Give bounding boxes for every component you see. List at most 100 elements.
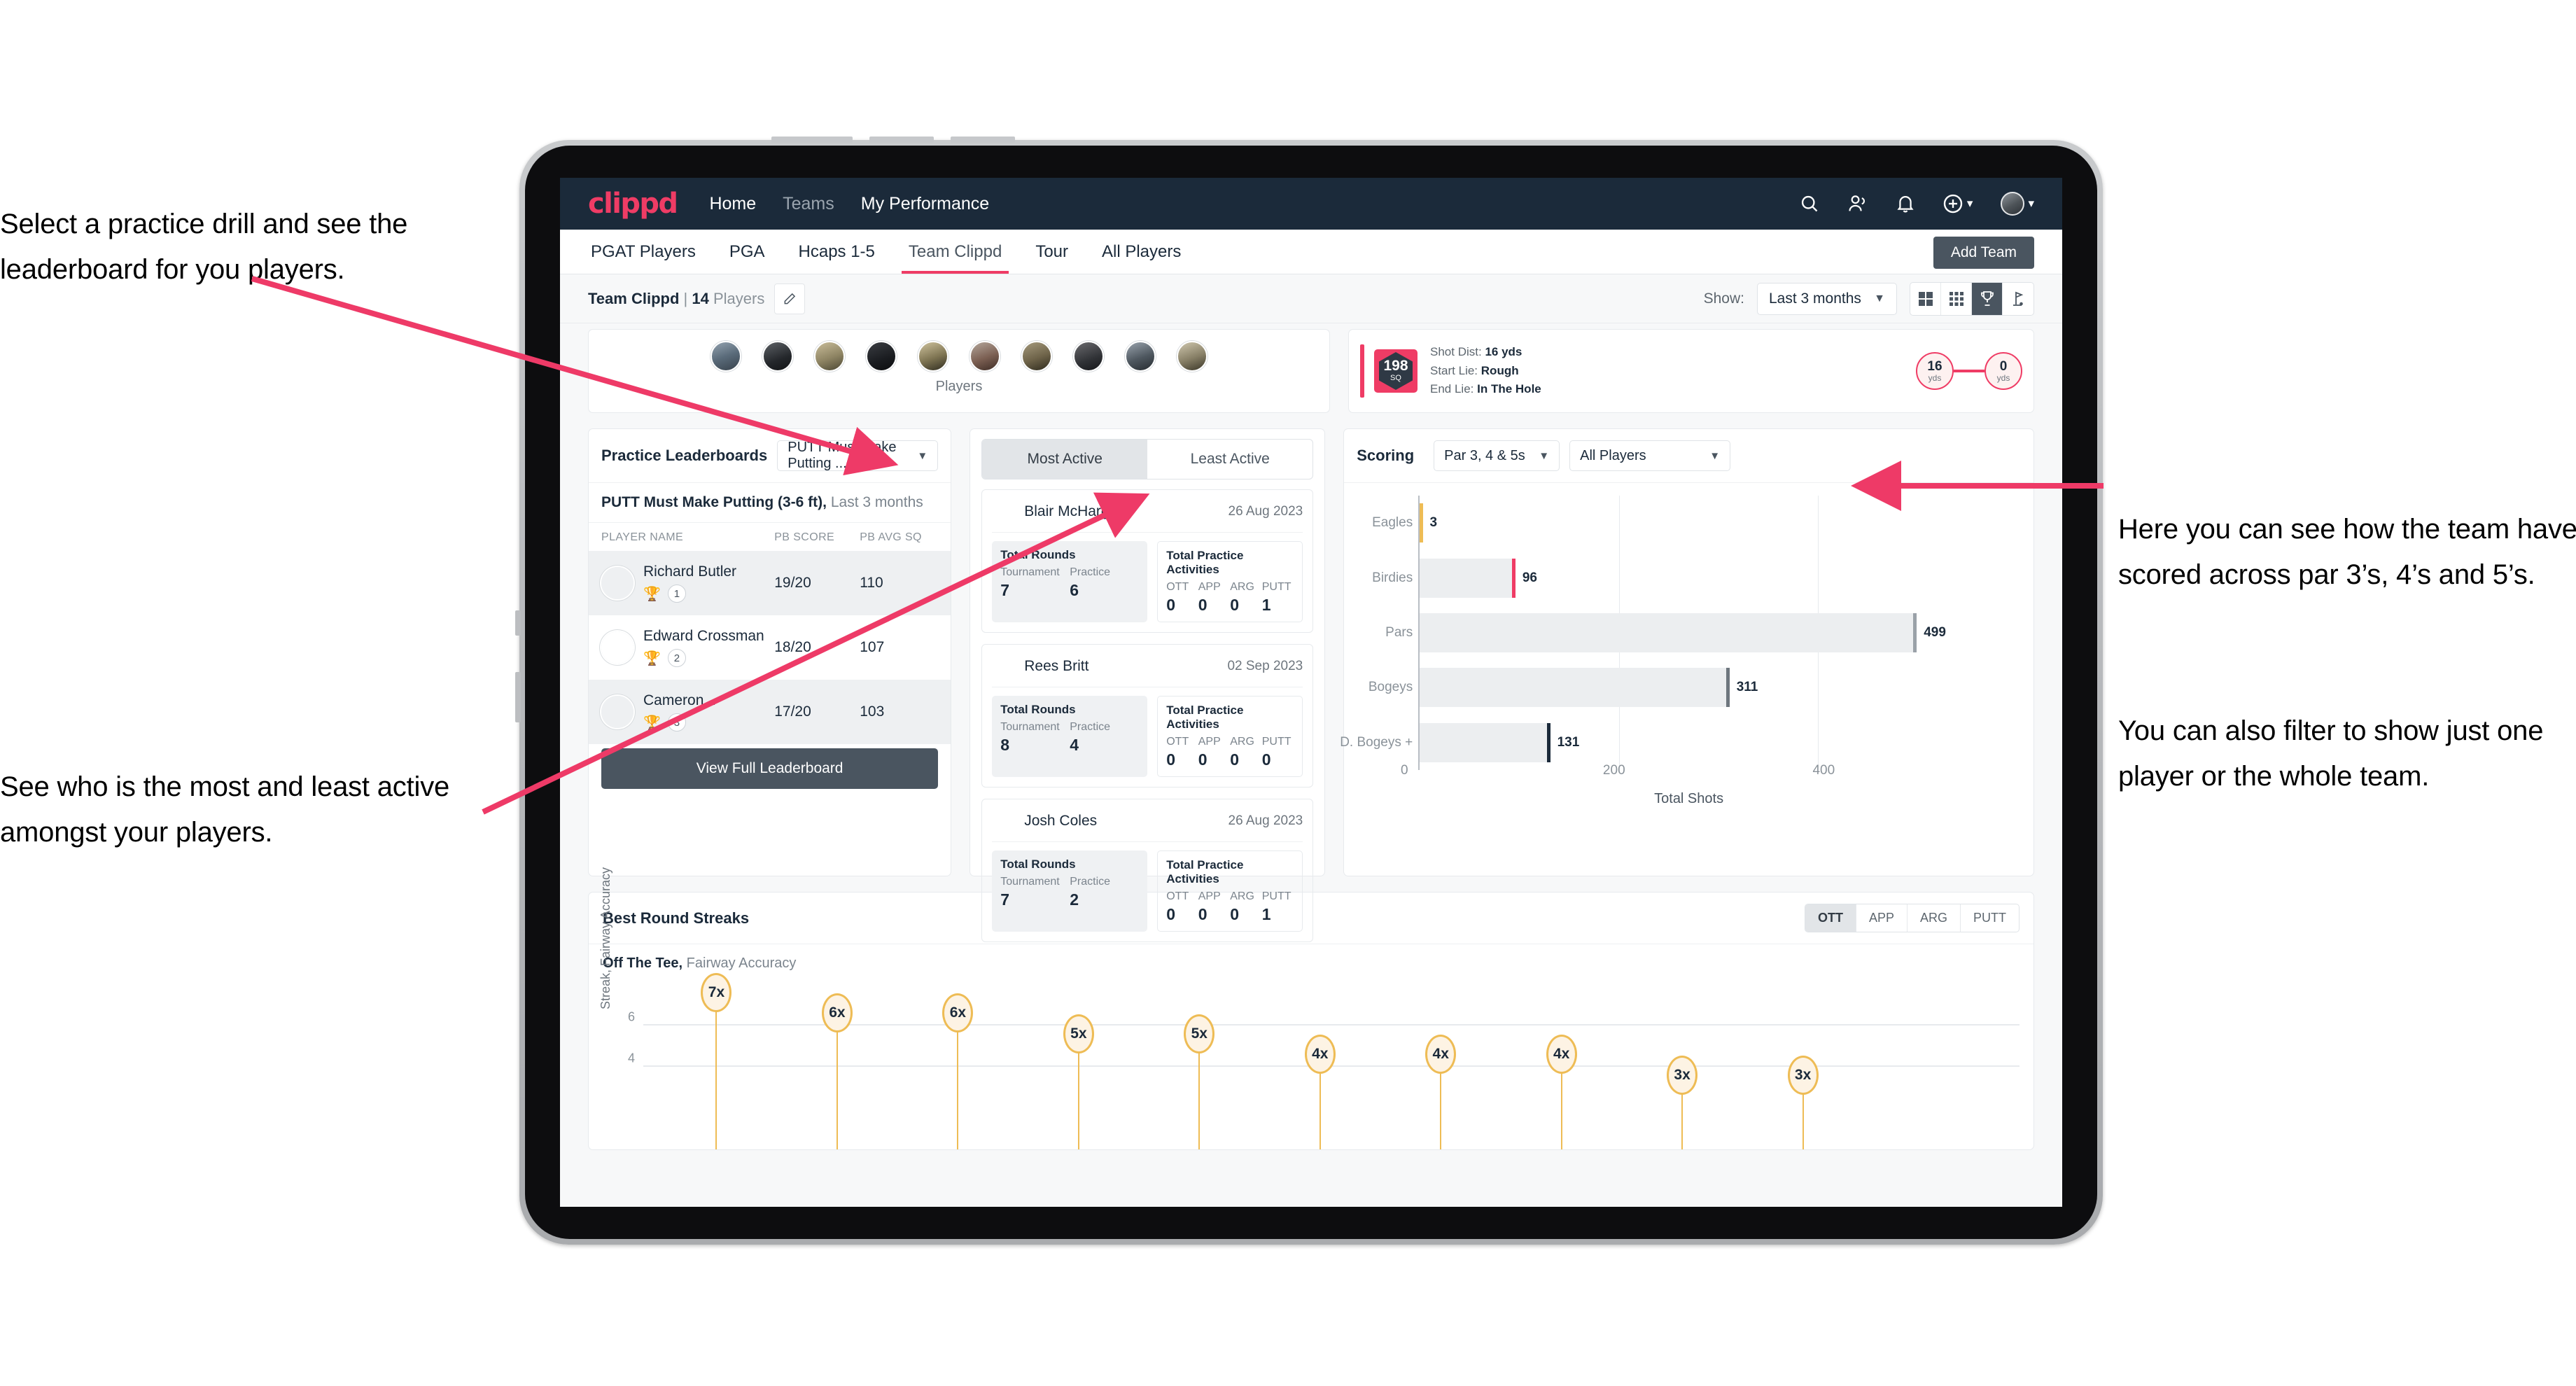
label-putt: PUTT	[1261, 736, 1292, 748]
streak-marker[interactable]: 4x	[1304, 1035, 1336, 1074]
bar-value-label: 3	[1429, 515, 1438, 531]
avatar[interactable]: ▾	[2001, 192, 2034, 216]
total-rounds-box: Total Rounds Tournament 7 Practice 6	[992, 541, 1148, 622]
drill-select[interactable]: PUTT Must Make Putting ... ▼	[777, 440, 939, 471]
table-row[interactable]: Cameron... 🏆 3 17/20 103	[589, 680, 951, 744]
bar-end-cap	[1511, 558, 1516, 598]
player-avatar[interactable]	[866, 341, 897, 372]
table-row[interactable]: Edward Crossman 🏆 2 18/20 107	[589, 615, 951, 680]
player-avatar[interactable]	[1125, 341, 1156, 372]
label-tournament: Tournament	[1000, 721, 1060, 733]
tab-tour[interactable]: Tour	[1032, 231, 1071, 273]
tab-team-clippd[interactable]: Team Clippd	[901, 231, 1009, 274]
edit-team-button[interactable]	[774, 283, 806, 314]
streak-marker[interactable]: 5x	[1184, 1014, 1215, 1054]
par-select[interactable]: Par 3, 4 & 5s ▼	[1434, 440, 1560, 471]
nav-item-home[interactable]: Home	[709, 194, 756, 214]
player-avatar[interactable]	[918, 341, 948, 372]
toggle-arg[interactable]: ARG	[1907, 904, 1961, 932]
player-avatar[interactable]	[969, 341, 1000, 372]
chevron-down-icon: ▼	[1539, 449, 1550, 462]
value-ott: 0	[1166, 905, 1176, 923]
streak-marker[interactable]: 6x	[821, 993, 853, 1033]
value-putt: 0	[1261, 750, 1271, 769]
label-practice: Practice	[1070, 876, 1111, 888]
player-avatar[interactable]	[1177, 341, 1208, 372]
add-team-button[interactable]: Add Team	[1933, 237, 2034, 269]
activity-date: 26 Aug 2023	[1228, 504, 1303, 519]
filter-controls: Show: Last 3 months ▼	[1704, 281, 2034, 316]
player-avatar[interactable]	[1021, 341, 1052, 372]
total-rounds-title: Total Rounds	[1000, 858, 1076, 871]
avatar	[601, 631, 634, 664]
player-filter-select[interactable]: All Players ▼	[1569, 440, 1731, 471]
label-app: APP	[1198, 890, 1221, 902]
total-rounds-title: Total Rounds	[1000, 548, 1076, 561]
gridline	[643, 1024, 2019, 1026]
people-icon[interactable]	[1847, 194, 1868, 214]
col-pb-avg-sq: PB AVG SQ	[860, 531, 922, 543]
nav-item-teams[interactable]: Teams	[783, 194, 834, 214]
chevron-down-icon: ▼	[1709, 449, 1721, 462]
toggle-ott[interactable]: OTT	[1805, 904, 1856, 932]
pb-score-value: 17/20	[774, 704, 811, 720]
activity-player-card[interactable]: Josh Coles 26 Aug 2023 Total Rounds Tour…	[981, 799, 1314, 942]
tab-all-players[interactable]: All Players	[1099, 231, 1184, 273]
segment-most-active[interactable]: Most Active	[982, 440, 1148, 479]
tab-pgat-players[interactable]: PGAT Players	[588, 231, 699, 273]
view-full-leaderboard-button[interactable]: View Full Leaderboard	[601, 748, 939, 789]
drill-subtitle: PUTT Must Make Putting (3-6 ft), Last 3 …	[589, 483, 951, 523]
streak-marker[interactable]: 4x	[1425, 1035, 1457, 1074]
streak-marker[interactable]: 3x	[1667, 1055, 1698, 1095]
toggle-app[interactable]: APP	[1856, 904, 1907, 932]
view-trophy-icon[interactable]	[1972, 282, 2003, 315]
player-filter-value: All Players	[1580, 447, 1646, 463]
toggle-putt[interactable]: PUTT	[1961, 904, 2019, 932]
nav-item-my-performance[interactable]: My Performance	[861, 194, 989, 214]
clippd-logo[interactable]: clippd	[588, 188, 678, 220]
tab-hcaps-1-5[interactable]: Hcaps 1-5	[796, 231, 878, 273]
trophy-icon: 🏆	[643, 715, 661, 731]
plus-circle-icon[interactable]: ▾	[1942, 193, 1973, 214]
streak-marker[interactable]: 7x	[701, 972, 732, 1012]
shot-detail-card: 198 SQ Shot Dist: 16 yds Start Lie: Roug…	[1348, 329, 2034, 413]
view-grid-large-icon[interactable]	[1910, 282, 1941, 315]
end-lie-row: End Lie: In The Hole	[1430, 382, 1541, 396]
streak-stem: 7x	[701, 972, 732, 1149]
search-icon[interactable]	[1800, 194, 1819, 214]
bar-value-label: 131	[1557, 734, 1580, 750]
streak-marker[interactable]: 3x	[1787, 1055, 1819, 1095]
streak-marker[interactable]: 6x	[942, 993, 974, 1033]
shot-quality-badge: 198 SQ	[1374, 349, 1418, 393]
total-rounds-box: Total Rounds Tournament 8 Practice 4	[992, 696, 1148, 777]
streak-marker[interactable]: 4x	[1546, 1035, 1577, 1074]
player-avatar[interactable]	[814, 341, 845, 372]
device-button-side-2	[515, 672, 521, 722]
player-avatar[interactable]	[710, 341, 741, 372]
pb-score-value: 18/20	[774, 639, 811, 655]
period-select[interactable]: Last 3 months ▼	[1757, 282, 1897, 315]
bar-row: Pars 499	[1385, 613, 1977, 652]
view-golf-flag-icon[interactable]	[2003, 283, 2033, 315]
player-avatar[interactable]	[1073, 341, 1104, 372]
activity-player-card[interactable]: Rees Britt 02 Sep 2023 Total Rounds Tour…	[981, 644, 1314, 788]
player-avatar[interactable]	[762, 341, 793, 372]
label-app: APP	[1198, 736, 1221, 748]
activity-player-card[interactable]: Blair McHarg 26 Aug 2023 Total Rounds To…	[981, 489, 1314, 633]
pb-avg-sq-value: 110	[860, 575, 883, 591]
player-name: Blair McHarg	[1024, 503, 1110, 519]
streaks-subtitle: Off The Tee, Fairway Accuracy	[589, 944, 2033, 972]
total-practice-title: Total Practice Activities	[1166, 858, 1244, 886]
tab-pga[interactable]: PGA	[727, 231, 768, 273]
team-summary: Team Clippd | 14 Players	[588, 290, 764, 308]
streaks-y-axis-label: Streak, Fairway Accuracy	[598, 867, 612, 1009]
streaks-title: Best Round Streaks	[603, 909, 750, 927]
bell-icon[interactable]	[1896, 194, 1914, 214]
streak-marker[interactable]: 5x	[1063, 1014, 1094, 1054]
table-row[interactable]: Richard Butler 🏆 1 19/20 110	[589, 551, 951, 615]
sq-unit: SQ	[1390, 374, 1401, 383]
view-grid-small-icon[interactable]	[1941, 282, 1972, 315]
segment-least-active[interactable]: Least Active	[1147, 440, 1312, 479]
shot-detail-lines: Shot Dist: 16 yds Start Lie: Rough End L…	[1430, 343, 1541, 398]
streak-stem: 3x	[1667, 1055, 1698, 1149]
